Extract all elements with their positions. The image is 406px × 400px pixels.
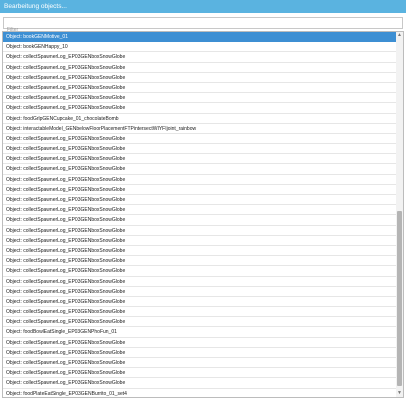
list-item[interactable]: Object: collectSpawnerLog_EP03GENboxSnow… (3, 277, 397, 287)
scroll-up-icon[interactable]: ▲ (396, 32, 403, 39)
list-item[interactable]: Object: collectSpawnerLog_EP03GENboxSnow… (3, 63, 397, 73)
scroll-thumb[interactable] (397, 210, 402, 387)
list-item[interactable]: Object: collectSpawnerLog_EP03GENboxSnow… (3, 307, 397, 318)
list-item[interactable]: Object: collectSpawnerLog_EP03GENboxSnow… (3, 73, 397, 83)
list-item[interactable]: Object: collectSpawnerLog_EP03GENboxSnow… (3, 287, 397, 297)
list-item[interactable]: Object: foodBowlEatSingle_EP03GENPhoFun_… (3, 327, 397, 338)
scroll-down-icon[interactable]: ▼ (396, 390, 403, 397)
list-item[interactable]: Object: collectSpawnerLog_EP03GENboxSnow… (3, 93, 397, 104)
filter-field[interactable] (3, 17, 403, 35)
vertical-scrollbar[interactable]: ▲ ▼ (396, 32, 403, 397)
list-item[interactable]: Object: collectSpawnerLog_EP03GENboxSnow… (3, 236, 397, 246)
list-item[interactable]: Object: foodGrlpGENCupcake_01_chocolateB… (3, 114, 397, 124)
list-item[interactable]: Object: collectSpawnerLog_EP03GENboxSnow… (3, 134, 397, 145)
list-item[interactable]: Object: collectSpawnerLog_EP03GENboxSnow… (3, 215, 397, 226)
list-item[interactable]: Object: collectSpawnerLog_EP03GENboxSnow… (3, 297, 397, 308)
list-item[interactable]: Object: collectSpawnerLog_EP03GENboxSnow… (3, 205, 397, 216)
list-item[interactable]: Object: collectSpawnerLog_EP03GENboxSnow… (3, 185, 397, 195)
list-item[interactable]: Object: collectSpawnerLog_EP03GENboxSnow… (3, 103, 397, 114)
list-item[interactable]: Object: collectSpawnerLog_EP03GENboxSnow… (3, 266, 397, 277)
list-item[interactable]: Object: collectSpawnerLog_EP03GENboxSnow… (3, 154, 397, 165)
list-item[interactable]: Object: collectSpawnerLog_EP03GENboxSnow… (3, 226, 397, 236)
list-item[interactable]: Object: collectSpawnerLog_EP03GENboxSnow… (3, 52, 397, 63)
list-item[interactable]: Object: collectSpawnerLog_EP03GENboxSnow… (3, 164, 397, 175)
list-item[interactable]: Object: collectSpawnerLog_EP03GENboxSnow… (3, 195, 397, 206)
list-item[interactable]: Object: bookGENHappy_10 (3, 42, 397, 53)
list-item[interactable]: Object: collectSpawnerLog_EP03GENboxSnow… (3, 348, 397, 358)
list-item[interactable]: Object: collectSpawnerLog_EP03GENboxSnow… (3, 83, 397, 94)
list-item[interactable]: Object: collectSpawnerLog_EP03GENboxSnow… (3, 368, 397, 379)
list-item[interactable]: Object: collectSpawnerLog_EP03GENboxSnow… (3, 144, 397, 155)
objects-list: Object: bookGENMotive_01 Object: bookGENH… (3, 32, 397, 397)
window-title: Bearbeitung objects... (0, 0, 406, 13)
list-item[interactable]: Object: collectSpawnerLog_EP03GENboxSnow… (3, 317, 397, 328)
list-item[interactable]: Object: collectSpawnerLog_EP03GENboxSnow… (3, 175, 397, 185)
list-item[interactable]: Object: collectSpawnerLog_EP03GENboxSnow… (3, 378, 397, 389)
list-item[interactable]: Object: collectSpawnerLog_EP03GENboxSnow… (3, 246, 397, 257)
objects-listbox[interactable]: Object: bookGENMotive_01 Object: bookGENH… (2, 31, 404, 398)
list-item[interactable]: Object: interactableModel_GENbelowFloorP… (3, 124, 397, 134)
list-item[interactable]: Object: collectSpawnerLog_EP03GENboxSnow… (3, 256, 397, 267)
list-item[interactable]: Object: foodPlateEatSingle_EP03GENBurrit… (3, 389, 397, 397)
list-item[interactable]: Object: collectSpawnerLog_EP03GENboxSnow… (3, 338, 397, 348)
list-item[interactable]: Object: collectSpawnerLog_EP03GENboxSnow… (3, 358, 397, 369)
list-item[interactable]: Object: bookGENMotive_01 (3, 32, 397, 43)
